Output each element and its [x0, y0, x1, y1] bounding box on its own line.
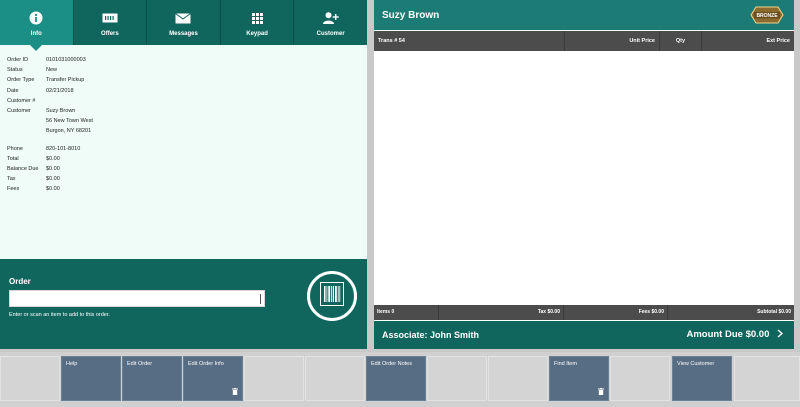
tab-label: Keypad [246, 31, 268, 37]
trash-icon [598, 388, 604, 397]
tab-offers[interactable]: Offers [74, 0, 148, 45]
tab-keypad[interactable]: Keypad [221, 0, 295, 45]
order-id-label: Order ID [7, 57, 29, 63]
fees-label: Fees [7, 186, 20, 193]
customer-number-label: Customer # [7, 97, 36, 104]
function-button-bar: Help Edit Order Edit Order Info Edit Ord… [0, 352, 800, 407]
tab-label: Customer [316, 31, 345, 37]
transaction-header: Suzy Brown BRONZE [374, 0, 794, 30]
tab-label: Info [30, 31, 42, 37]
transaction-panel: Suzy Brown BRONZE Trans # 54 Unit Price … [374, 0, 794, 349]
order-entry-area: Order Enter or scan an item to add to th… [0, 259, 367, 349]
tab-label: Offers [101, 31, 119, 37]
order-entry-title: Order [9, 277, 31, 286]
barcode-icon [320, 281, 344, 311]
order-type-label: Order Type [7, 77, 35, 84]
order-entry-hint: Enter or scan an item to add to this ord… [9, 312, 110, 318]
customer-name-value: Suzy Brown [46, 107, 76, 114]
associate-bar: Associate: John Smith Amount Due $0.00 [374, 321, 794, 349]
balance-due-value: $0.00 [46, 165, 60, 172]
status-value: New [46, 67, 58, 74]
balance-due-label: Balance Due [7, 165, 39, 172]
function-button-8-empty [427, 356, 487, 401]
function-button-6-empty [305, 356, 365, 401]
add-customer-icon [322, 10, 339, 26]
help-button[interactable]: Help [61, 356, 121, 401]
address-line-1: 56 New Town West [46, 118, 93, 125]
tab-messages[interactable]: Messages [147, 0, 221, 45]
fees-value: $0.00 [46, 186, 60, 193]
tax-label: Tax [7, 176, 16, 183]
amount-due-value: Amount Due $0.00 [686, 329, 770, 340]
tab-bar: Info Offers Messages Keypad Customer [0, 0, 367, 51]
total-label: Total [7, 155, 19, 162]
footer-tax: Tax $0.00 [438, 305, 563, 320]
edit-order-button[interactable]: Edit Order [122, 356, 182, 401]
order-id-value: 0101031000003 [46, 57, 86, 63]
loyalty-badge: BRONZE [750, 6, 784, 24]
edit-order-notes-button-label: Edit Order Notes [371, 361, 412, 367]
keypad-icon [251, 10, 263, 26]
address-line-2: Burgon, NY 68201 [46, 128, 92, 135]
text-cursor [260, 294, 261, 304]
find-item-button[interactable]: Find Item [549, 356, 609, 401]
chevron-right-icon [777, 329, 784, 338]
phone-label: Phone [7, 145, 23, 152]
edit-order-info-button-label: Edit Order Info [188, 361, 224, 367]
function-button-11-empty [610, 356, 670, 401]
associate-name: Associate: John Smith [382, 330, 480, 340]
tax-value: $0.00 [46, 176, 60, 183]
date-value: 02/21/2018 [46, 87, 74, 94]
edit-order-info-button[interactable]: Edit Order Info [183, 356, 243, 401]
tab-label: Messages [169, 31, 198, 37]
date-label: Date [7, 87, 19, 94]
status-label: Status [7, 67, 23, 74]
total-value: $0.00 [46, 155, 60, 162]
items-table-footer: Items 0 Tax $0.00 Fees $0.00 Subtotal $0… [374, 305, 794, 320]
phone-value: 820-101-8010 [46, 145, 81, 152]
column-unit-price: Unit Price [564, 31, 659, 51]
offers-icon [102, 10, 118, 26]
view-customer-button[interactable]: View Customer [672, 356, 732, 401]
trash-icon [232, 388, 238, 397]
transaction-customer-name: Suzy Brown [382, 10, 440, 21]
view-customer-button-label: View Customer [677, 361, 715, 367]
help-button-label: Help [66, 361, 78, 367]
order-details: Order ID 0101031000003 Status New Order Ty… [7, 55, 93, 194]
function-button-9-empty [488, 356, 548, 401]
items-count: Items 0 [377, 309, 395, 315]
customer-label: Customer [7, 107, 31, 114]
order-info-panel: Info Offers Messages Keypad Customer Ord… [0, 0, 367, 349]
order-type-value: Transfer Pickup [46, 77, 85, 84]
envelope-icon [175, 10, 192, 26]
tab-info[interactable]: Info [0, 0, 74, 51]
column-trans: Trans # 54 [378, 38, 405, 44]
info-icon [29, 10, 43, 26]
find-item-button-label: Find Item [554, 361, 577, 367]
column-ext-price: Ext Price [701, 31, 794, 51]
loyalty-badge-label: BRONZE [756, 13, 778, 19]
items-table-header: Trans # 54 Unit Price Qty Ext Price [374, 31, 794, 51]
function-button-5-empty [244, 356, 304, 401]
function-button-1-empty [0, 356, 60, 401]
footer-fees: Fees $0.00 [563, 305, 667, 320]
tab-customer[interactable]: Customer [294, 0, 367, 45]
column-qty: Qty [659, 31, 701, 51]
footer-subtotal: Subtotal $0.00 [667, 305, 794, 320]
order-item-input[interactable] [9, 290, 265, 307]
edit-order-button-label: Edit Order [127, 361, 153, 367]
edit-order-notes-button[interactable]: Edit Order Notes [366, 356, 426, 401]
amount-due-button[interactable]: Amount Due $0.00 [686, 329, 784, 340]
scan-barcode-button[interactable] [307, 271, 357, 321]
function-button-13-empty [734, 356, 800, 401]
